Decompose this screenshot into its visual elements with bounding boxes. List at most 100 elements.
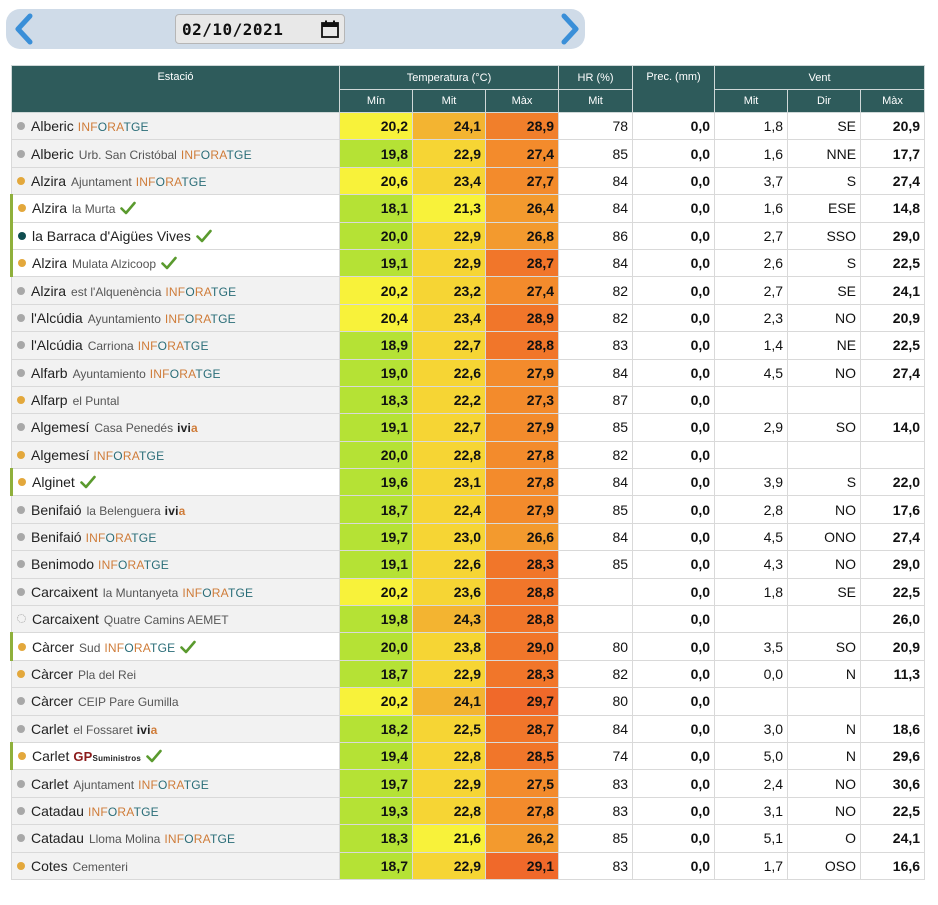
station-name[interactable]: Carlet bbox=[31, 721, 68, 737]
station-cell[interactable]: Carlet Ajuntament INFORATGE bbox=[11, 769, 340, 798]
station-cell[interactable]: Càrcer CEIP Pare Gumilla bbox=[11, 687, 340, 716]
station-name[interactable]: Carcaixent bbox=[32, 611, 99, 627]
station-cell[interactable]: l'Alcúdia Ayuntamiento INFORATGE bbox=[11, 303, 340, 333]
station-name[interactable]: Alberic bbox=[31, 146, 74, 162]
station-name[interactable]: Benimodo bbox=[31, 556, 94, 572]
station-name[interactable]: Benifaió bbox=[31, 502, 82, 518]
table-row[interactable]: Alzira Mulata Alzicoop 19,1 22,9 28,7 84 0,0 2,… bbox=[10, 248, 926, 278]
station-cell[interactable]: Carcaixent Quatre Camins AEMET bbox=[11, 605, 340, 634]
table-row[interactable]: Alginet 19,6 23,1 27,8 84 0,0 3,9 S 22,0 bbox=[10, 468, 926, 497]
station-cell[interactable]: Benifaió INFORATGE bbox=[11, 522, 340, 552]
table-row[interactable]: Benimodo INFORATGE 19,1 22,6 28,3 85 0,0 4,3 NO 2… bbox=[11, 550, 926, 579]
station-cell[interactable]: la Barraca d'Aigües Vives bbox=[10, 221, 340, 250]
temp-min-header[interactable]: Mín bbox=[339, 89, 413, 113]
date-input[interactable]: 02/10/2021 bbox=[175, 14, 345, 44]
chevron-right-icon[interactable] bbox=[554, 13, 584, 45]
table-row[interactable]: Catadau INFORATGE 19,3 22,8 27,8 83 0,0 3,1 NO 22… bbox=[11, 796, 926, 826]
station-name[interactable]: Alzira bbox=[31, 173, 66, 189]
table-row[interactable]: l'Alcúdia Carriona INFORATGE 18,9 22,7 28,8 83… bbox=[11, 331, 926, 360]
station-cell[interactable]: Algemesí Casa Penedés ivia bbox=[11, 413, 340, 442]
station-cell[interactable]: Alzira Ajuntament INFORATGE bbox=[11, 166, 340, 196]
table-row[interactable]: Carcaixent Quatre Camins AEMET 19,8 24,3 28,… bbox=[11, 605, 926, 634]
calendar-icon[interactable] bbox=[320, 19, 340, 39]
table-row[interactable]: Alberic Urb. San Cristóbal INFORATGE 19,8 22… bbox=[11, 139, 926, 168]
station-cell[interactable]: Alfarb Ayuntamiento INFORATGE bbox=[11, 358, 340, 387]
station-name[interactable]: Alfarp bbox=[31, 392, 68, 408]
station-name[interactable]: l'Alcúdia bbox=[31, 337, 83, 353]
table-row[interactable]: Carlet Ajuntament INFORATGE 19,7 22,9 27,5 83 0… bbox=[11, 769, 926, 798]
station-header[interactable]: Estació bbox=[11, 65, 340, 113]
station-cell[interactable]: Catadau INFORATGE bbox=[11, 796, 340, 826]
station-cell[interactable]: Alzira la Murta bbox=[10, 194, 340, 223]
station-name[interactable]: Alfarb bbox=[31, 365, 68, 381]
station-cell[interactable]: Alfarp el Puntal bbox=[11, 385, 340, 415]
table-row[interactable]: Carcaixent la Muntanyeta INFORATGE 20,2 23,6… bbox=[11, 577, 926, 607]
table-row[interactable]: Alzira la Murta 18,1 21,3 26,4 84 0,0 1,6 ESE 14,… bbox=[10, 194, 926, 223]
station-name[interactable]: Alzira bbox=[32, 200, 67, 216]
station-cell[interactable]: Càrcer Pla del Rei bbox=[11, 659, 340, 689]
table-row[interactable]: Alzira Ajuntament INFORATGE 20,6 23,4 27,7 84 0… bbox=[11, 166, 926, 196]
station-name[interactable]: Alzira bbox=[31, 283, 66, 299]
station-cell[interactable]: Benifaió la Belenguera ivia bbox=[11, 495, 340, 524]
station-cell[interactable]: Carlet el Fossaret ivia bbox=[11, 714, 340, 743]
temp-max-header[interactable]: Màx bbox=[484, 89, 560, 113]
table-row[interactable]: Alberic INFORATGE 20,2 24,1 28,9 78 0,0 1,8 SE 20… bbox=[11, 111, 926, 141]
station-cell[interactable]: Alginet bbox=[10, 468, 340, 497]
table-row[interactable]: Alfarp el Puntal 18,3 22,2 27,3 87 0,0 bbox=[11, 385, 926, 415]
station-name[interactable]: l'Alcúdia bbox=[31, 310, 83, 326]
station-cell[interactable]: Carlet GPSuministros bbox=[10, 741, 340, 771]
table-row[interactable]: Alfarb Ayuntamiento INFORATGE 19,0 22,6 27,9 8… bbox=[11, 358, 926, 387]
humidity-mit-header[interactable]: Mit bbox=[558, 89, 634, 113]
station-cell[interactable]: Alzira est l'Alquenència INFORATGE bbox=[11, 276, 340, 305]
station-cell[interactable]: Càrcer Sud INFORATGE bbox=[10, 632, 340, 661]
table-row[interactable]: Carlet el Fossaret ivia 18,2 22,5 28,7 84 0,0 3,… bbox=[11, 714, 926, 743]
table-row[interactable]: Catadau Lloma Molina INFORATGE 18,3 21,6 26,2… bbox=[11, 824, 926, 853]
table-row[interactable]: l'Alcúdia Ayuntamiento INFORATGE 20,4 23,4 28… bbox=[11, 303, 926, 333]
table-row[interactable]: Càrcer Pla del Rei 18,7 22,9 28,3 82 0,0 0,0 N 11… bbox=[11, 659, 926, 689]
station-name[interactable]: Cotes bbox=[31, 858, 68, 874]
wind-dir-header[interactable]: Dir bbox=[787, 89, 862, 113]
station-name[interactable]: Catadau bbox=[31, 830, 84, 846]
station-cell[interactable]: Alberic INFORATGE bbox=[11, 111, 340, 141]
station-cell[interactable]: Catadau Lloma Molina INFORATGE bbox=[11, 824, 340, 853]
station-cell[interactable]: Alzira Mulata Alzicoop bbox=[10, 248, 340, 278]
table-row[interactable]: Benifaió INFORATGE 19,7 23,0 26,6 84 0,0 4,5 ONO… bbox=[11, 522, 926, 552]
wind-mit-cell: 3,0 bbox=[714, 714, 789, 743]
table-row[interactable]: Carlet GPSuministros 19,4 22,8 28,5 74 0,0 5,0 N… bbox=[10, 741, 926, 771]
station-name[interactable]: Algemesí bbox=[31, 447, 89, 463]
station-name[interactable]: la Barraca d'Aigües Vives bbox=[32, 228, 191, 244]
station-name[interactable]: Carlet bbox=[32, 748, 69, 764]
station-name[interactable]: Catadau bbox=[31, 803, 84, 819]
station-name[interactable]: Càrcer bbox=[31, 693, 73, 709]
precipitation-header[interactable]: Prec. (mm) bbox=[632, 65, 716, 113]
station-name[interactable]: Algemesí bbox=[31, 419, 89, 435]
table-row[interactable]: Càrcer Sud INFORATGE 20,0 23,8 29,0 80 0,0 3,5 SO… bbox=[10, 632, 926, 661]
station-name[interactable]: Alzira bbox=[32, 255, 67, 271]
station-name[interactable]: Benifaió bbox=[31, 529, 82, 545]
table-row[interactable]: Cotes Cementeri 18,7 22,9 29,1 83 0,0 1,7 OSO 16,… bbox=[11, 851, 926, 880]
wind-mit-header[interactable]: Mit bbox=[714, 89, 789, 113]
station-cell[interactable]: Alberic Urb. San Cristóbal INFORATGE bbox=[11, 139, 340, 168]
table-row[interactable]: Càrcer CEIP Pare Gumilla 20,2 24,1 29,7 80 0,0 bbox=[11, 687, 926, 716]
table-row[interactable]: Algemesí Casa Penedés ivia 19,1 22,7 27,9 85 0,… bbox=[11, 413, 926, 442]
station-name[interactable]: Alberic bbox=[31, 118, 74, 134]
station-cell[interactable]: Benimodo INFORATGE bbox=[11, 550, 340, 579]
table-row[interactable]: la Barraca d'Aigües Vives 20,0 22,9 26,8 86 0… bbox=[10, 221, 926, 250]
wind-max-header[interactable]: Màx bbox=[860, 89, 926, 113]
station-cell[interactable]: Algemesí INFORATGE bbox=[11, 440, 340, 470]
table-row[interactable]: Alzira est l'Alquenència INFORATGE 20,2 23,2… bbox=[11, 276, 926, 305]
table-row[interactable]: Algemesí INFORATGE 20,0 22,8 27,8 82 0,0 bbox=[11, 440, 926, 470]
temp-mit-header[interactable]: Mit bbox=[412, 89, 486, 113]
station-name[interactable]: Carlet bbox=[31, 776, 68, 792]
table-row[interactable]: Benifaió la Belenguera ivia 18,7 22,4 27,9 85 0… bbox=[11, 495, 926, 524]
wind-mit-cell: 4,3 bbox=[714, 550, 789, 579]
station-cell[interactable]: Cotes Cementeri bbox=[11, 851, 340, 880]
station-name[interactable]: Càrcer bbox=[32, 639, 74, 655]
station-name[interactable]: Carcaixent bbox=[31, 584, 98, 600]
temp-min-cell: 20,4 bbox=[339, 303, 413, 333]
chevron-left-icon[interactable] bbox=[10, 13, 40, 45]
station-name[interactable]: Càrcer bbox=[31, 666, 73, 682]
station-name[interactable]: Alginet bbox=[32, 474, 75, 490]
station-cell[interactable]: Carcaixent la Muntanyeta INFORATGE bbox=[11, 577, 340, 607]
station-cell[interactable]: l'Alcúdia Carriona INFORATGE bbox=[11, 331, 340, 360]
